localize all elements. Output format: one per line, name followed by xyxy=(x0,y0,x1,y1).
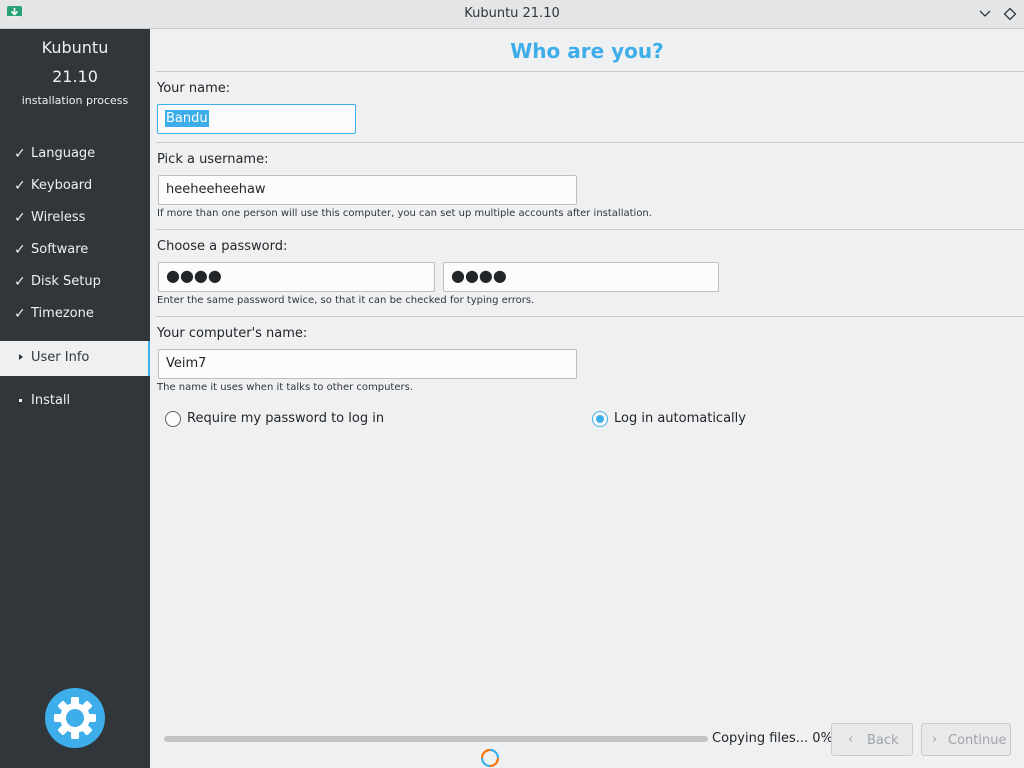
continue-button-label: Continue xyxy=(948,733,1007,748)
continue-button[interactable]: › Continue xyxy=(921,723,1011,756)
chevron-left-icon: ‹ xyxy=(848,732,854,747)
divider xyxy=(156,316,1024,317)
sidebar-step-user-info: User Info xyxy=(0,341,150,376)
check-icon: ✓ xyxy=(14,178,26,194)
sidebar-step-wireless: ✓ Wireless xyxy=(0,202,150,234)
sidebar-step-language: ✓ Language xyxy=(0,138,150,170)
check-icon: ✓ xyxy=(14,274,26,290)
check-icon: ✓ xyxy=(14,242,26,258)
window-title: Kubuntu 21.10 xyxy=(464,6,560,21)
auto-login-label[interactable]: Log in automatically xyxy=(614,411,746,426)
chevron-down-icon[interactable] xyxy=(976,5,994,23)
sidebar-step-install: Install xyxy=(0,385,150,417)
sidebar-version: 21.10 xyxy=(52,67,98,86)
install-progress-bar xyxy=(164,736,708,742)
auto-login-radio[interactable] xyxy=(592,411,608,427)
main-panel: Who are you? Your name: Bandu Pick a use… xyxy=(150,29,1024,768)
name-value: Bandu xyxy=(165,110,209,127)
name-label: Your name: xyxy=(157,81,231,96)
bullet-icon xyxy=(19,399,22,402)
require-password-label[interactable]: Require my password to log in xyxy=(187,411,384,426)
sidebar-step-software: ✓ Software xyxy=(0,234,150,266)
password-confirm-field[interactable]: ●●●● xyxy=(443,262,719,292)
divider xyxy=(156,142,1024,143)
check-icon: ✓ xyxy=(14,306,26,322)
password-label: Choose a password: xyxy=(157,239,288,254)
check-icon: ✓ xyxy=(14,146,26,162)
sidebar-step-label: Software xyxy=(31,242,89,257)
sidebar-step-label: Language xyxy=(31,146,96,161)
sidebar-subtitle: installation process xyxy=(21,94,129,107)
kubuntu-logo-icon xyxy=(45,688,105,748)
sidebar: Kubuntu 21.10 installation process ✓ Lan… xyxy=(0,29,150,768)
username-hint: If more than one person will use this co… xyxy=(157,208,652,219)
sidebar-step-timezone: ✓ Timezone xyxy=(0,298,150,330)
check-icon: ✓ xyxy=(14,210,26,226)
sidebar-step-keyboard: ✓ Keyboard xyxy=(0,170,150,202)
computer-name-label: Your computer's name: xyxy=(157,326,308,341)
diamond-icon[interactable] xyxy=(1001,5,1019,23)
divider xyxy=(156,229,1024,230)
sidebar-step-label: Wireless xyxy=(31,210,86,225)
sidebar-step-label: User Info xyxy=(31,350,90,365)
password-field[interactable]: ●●●● xyxy=(158,262,435,292)
username-field[interactable]: heeheeheehaw xyxy=(158,175,577,205)
arrow-right-icon xyxy=(19,354,23,360)
sidebar-step-label: Keyboard xyxy=(31,178,93,193)
computer-name-hint: The name it uses when it talks to other … xyxy=(157,382,414,393)
divider xyxy=(156,71,1024,72)
password-hint: Enter the same password twice, so that i… xyxy=(157,295,535,306)
sidebar-product-name: Kubuntu xyxy=(41,38,109,57)
sidebar-step-label: Disk Setup xyxy=(31,274,101,289)
require-password-radio[interactable] xyxy=(165,411,181,427)
back-button[interactable]: ‹ Back xyxy=(831,723,913,756)
chevron-right-icon: › xyxy=(932,732,938,747)
sidebar-step-disk-setup: ✓ Disk Setup xyxy=(0,266,150,298)
computer-name-field[interactable]: Veim7 xyxy=(158,349,577,379)
title-bar: Kubuntu 21.10 xyxy=(0,0,1024,29)
sidebar-step-label: Install xyxy=(31,393,71,408)
sidebar-step-label: Timezone xyxy=(31,306,94,321)
loading-spinner-icon xyxy=(480,748,500,768)
name-field[interactable]: Bandu xyxy=(157,104,356,134)
page-title: Who are you? xyxy=(510,39,664,63)
username-label: Pick a username: xyxy=(157,152,269,167)
progress-status-text: Copying files... 0% xyxy=(712,731,833,746)
back-button-label: Back xyxy=(867,733,899,748)
